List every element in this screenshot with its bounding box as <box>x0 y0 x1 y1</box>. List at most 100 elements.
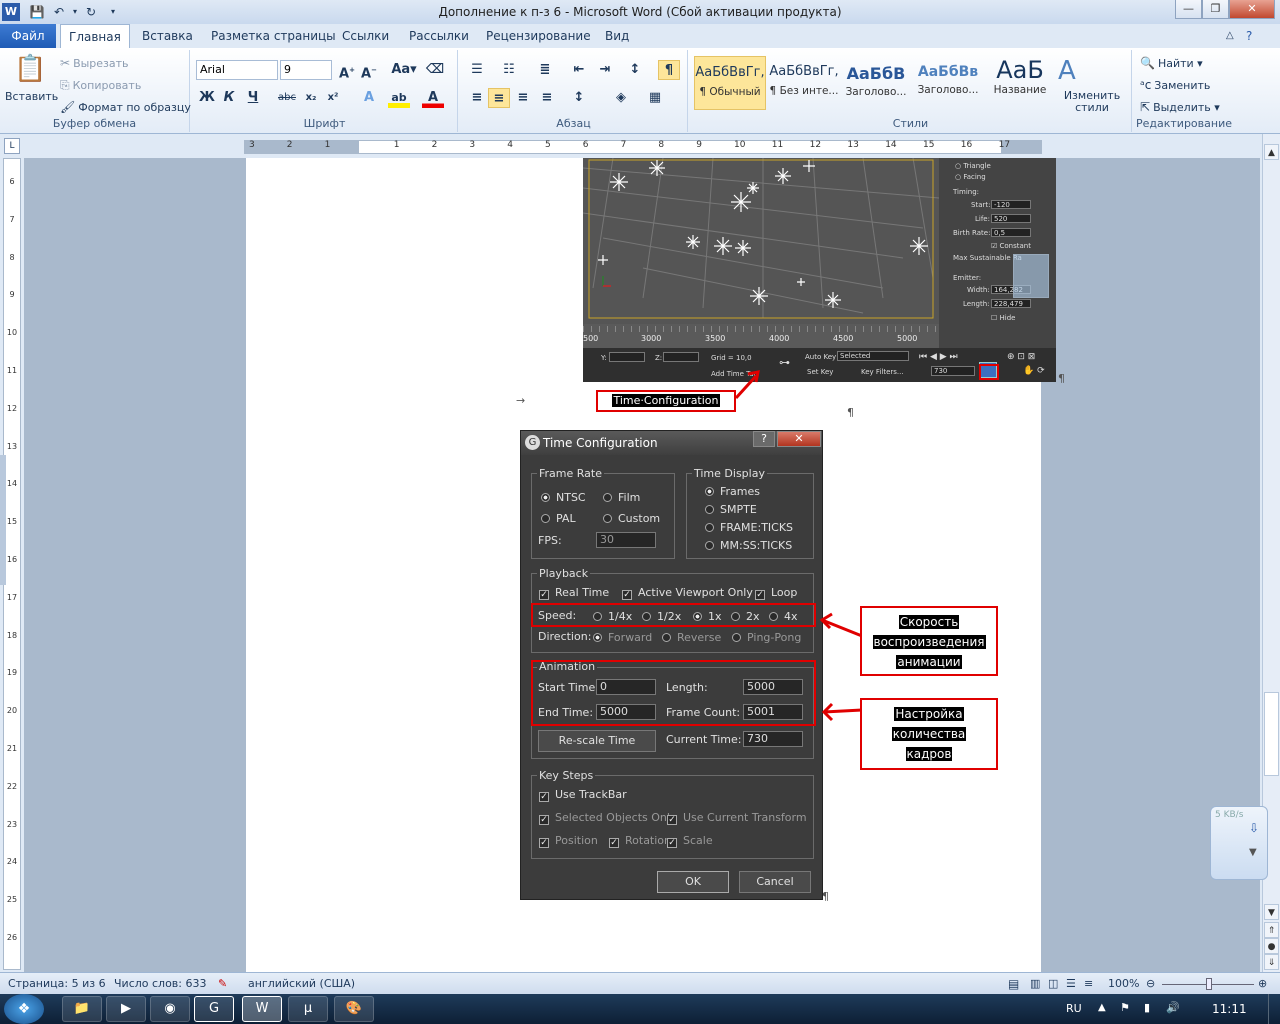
pal-radio[interactable]: PAL <box>541 512 576 525</box>
next-page-icon[interactable]: ⇓ <box>1264 954 1279 970</box>
find-button[interactable]: 🔍 Найти ▾ <box>1140 56 1203 70</box>
loop-checkbox[interactable]: ✓ Loop <box>755 586 797 600</box>
film-radio[interactable]: Film <box>603 491 640 504</box>
explorer-icon[interactable]: 📁 <box>62 996 102 1022</box>
birth-rate-field[interactable]: 0,5 <box>991 228 1031 237</box>
action-center-icon[interactable]: ⚑ <box>1120 1001 1130 1014</box>
style-heading-1[interactable]: АаБбВ Заголово... <box>840 56 912 110</box>
clear-format-icon[interactable]: ⌫ <box>424 60 446 80</box>
selected-objects-checkbox[interactable]: ✓ Selected Objects Only <box>539 811 676 825</box>
mm-ss-ticks-radio[interactable]: MM:SS:TICKS <box>705 539 792 552</box>
playback-controls-icon[interactable]: ⏮ ◀ ▶ ⏭ <box>919 352 958 362</box>
rescale-time-button[interactable]: Re-scale Time <box>538 730 656 752</box>
view-outline-icon[interactable]: ☰ <box>1066 977 1076 990</box>
bold-icon[interactable]: Ж <box>196 88 218 108</box>
page-indicator[interactable]: Страница: 5 из 6 <box>8 977 106 990</box>
use-current-transform-checkbox[interactable]: ✓ Use Current Transform <box>667 811 807 825</box>
tab-selector-icon[interactable]: L <box>4 138 20 154</box>
select-button[interactable]: ⇱ Выделить ▾ <box>1140 100 1220 114</box>
dropdown-icon[interactable]: ▼ <box>1249 847 1257 858</box>
change-styles-button[interactable]: Изменить стили <box>1062 90 1122 114</box>
network-monitor-widget[interactable]: 5 KB/s ⇩ ▼ <box>1210 806 1268 880</box>
current-time-field[interactable]: 730 <box>743 731 803 747</box>
highlight-icon[interactable]: ab <box>388 88 410 108</box>
scale-checkbox[interactable]: ✓ Scale <box>667 834 713 848</box>
browse-object-icon[interactable]: ● <box>1264 938 1279 954</box>
cut-button[interactable]: ✂ Вырезать <box>60 56 129 70</box>
fps-field[interactable]: 30 <box>596 532 656 548</box>
reverse-radio[interactable]: Reverse <box>662 631 721 644</box>
sort-icon[interactable]: ↕ <box>624 60 646 80</box>
frames-radio[interactable]: Frames <box>705 485 760 498</box>
start-field[interactable]: -120 <box>991 200 1031 209</box>
copy-button[interactable]: ⎘ Копировать <box>60 78 141 93</box>
help-icon[interactable]: ? <box>1238 24 1260 48</box>
shading-icon[interactable]: ◈ <box>610 88 632 108</box>
active-viewport-checkbox[interactable]: ✓ Active Viewport Only <box>622 586 753 600</box>
use-trackbar-checkbox[interactable]: ✓ Use TrackBar <box>539 788 627 802</box>
style-normal[interactable]: АаБбВвГг, ¶ Обычный <box>694 56 766 110</box>
style-heading-2[interactable]: АаБбВв Заголово... <box>912 56 984 110</box>
y-field[interactable] <box>609 352 645 362</box>
view-web-icon[interactable]: ◫ <box>1048 977 1058 990</box>
align-center-icon[interactable]: ≡ <box>488 88 510 108</box>
view-reading-icon[interactable]: ▥ <box>1030 977 1040 990</box>
key-icon[interactable]: ⊶ <box>779 356 790 369</box>
increase-indent-icon[interactable]: ⇥ <box>594 60 616 80</box>
start-button[interactable]: ❖ <box>4 994 44 1024</box>
real-time-checkbox[interactable]: ✓ Real Time <box>539 586 609 600</box>
tab-view[interactable]: Вид <box>597 24 637 48</box>
tab-references[interactable]: Ссылки <box>334 24 397 48</box>
ntsc-radio[interactable]: NTSC <box>541 491 586 504</box>
justify-icon[interactable]: ≡ <box>536 88 558 108</box>
scroll-down-icon[interactable]: ▼ <box>1264 904 1279 920</box>
shrink-font-icon[interactable]: A− <box>358 60 380 81</box>
text-effects-icon[interactable]: A <box>358 88 380 108</box>
maximize-button[interactable]: ❐ <box>1202 0 1229 19</box>
length-field[interactable]: 228,479 <box>991 299 1031 308</box>
time-slider[interactable]: 500 3000 3500 4000 4500 5000 <box>583 324 939 350</box>
style-no-spacing[interactable]: АаБбВвГг, ¶ Без инте... <box>768 56 840 110</box>
align-left-icon[interactable]: ≡ <box>466 88 488 108</box>
font-size-field[interactable]: 9 <box>280 60 332 80</box>
change-styles-icon[interactable]: A <box>1058 56 1076 86</box>
horizontal-ruler[interactable]: L 3211234567891011121314151617 ▤ <box>0 134 1280 158</box>
set-key-button[interactable]: Set Key <box>807 368 833 376</box>
cancel-button[interactable]: Cancel <box>739 871 811 893</box>
proofing-icon[interactable]: ✎ <box>218 977 227 990</box>
navigation-pane-handle[interactable] <box>0 455 6 585</box>
minimize-button[interactable]: — <box>1175 0 1202 19</box>
tab-insert[interactable]: Вставка <box>134 24 201 48</box>
media-player-icon[interactable]: ▶ <box>106 996 146 1022</box>
italic-icon[interactable]: К <box>218 88 240 108</box>
change-case-icon[interactable]: Aa▾ <box>390 60 418 80</box>
align-right-icon[interactable]: ≡ <box>512 88 534 108</box>
tab-mailings[interactable]: Рассылки <box>401 24 477 48</box>
replace-button[interactable]: ᵃc Заменить <box>1140 78 1210 92</box>
tab-home[interactable]: Главная <box>60 24 130 49</box>
decrease-indent-icon[interactable]: ⇤ <box>568 60 590 80</box>
constant-checkbox[interactable]: ☑ Constant <box>991 242 1031 250</box>
hide-checkbox[interactable]: ☐ Hide <box>991 314 1015 322</box>
dialog-close-button[interactable]: ✕ <box>777 431 821 447</box>
life-field[interactable]: 520 <box>991 214 1031 223</box>
zoom-in-icon[interactable]: ⊕ <box>1258 977 1267 990</box>
show-desktop-button[interactable] <box>1268 994 1280 1024</box>
style-title[interactable]: АаБ Название <box>984 56 1056 110</box>
scroll-up-icon[interactable]: ▲ <box>1264 144 1279 160</box>
selected-dropdown[interactable]: Selected <box>837 351 909 361</box>
custom-radio[interactable]: Custom <box>603 512 660 525</box>
ping-pong-radio[interactable]: Ping-Pong <box>732 631 801 644</box>
numbering-icon[interactable]: ☷ <box>498 60 520 80</box>
strikethrough-icon[interactable]: abc <box>276 88 298 108</box>
tab-file[interactable]: Файл <box>0 24 56 48</box>
utorrent-icon[interactable]: µ <box>288 996 328 1022</box>
zoom-out-icon[interactable]: ⊖ <box>1146 977 1155 990</box>
multilevel-list-icon[interactable]: ≣ <box>534 60 556 80</box>
word-count[interactable]: Число слов: 633 <box>114 977 207 990</box>
show-hidden-icons[interactable]: ▲ <box>1098 1002 1106 1013</box>
tab-page-layout[interactable]: Разметка страницы <box>203 24 344 48</box>
word-taskbar-icon[interactable]: W <box>242 996 282 1022</box>
z-field[interactable] <box>663 352 699 362</box>
option-facing[interactable]: ○ Facing <box>955 173 986 181</box>
